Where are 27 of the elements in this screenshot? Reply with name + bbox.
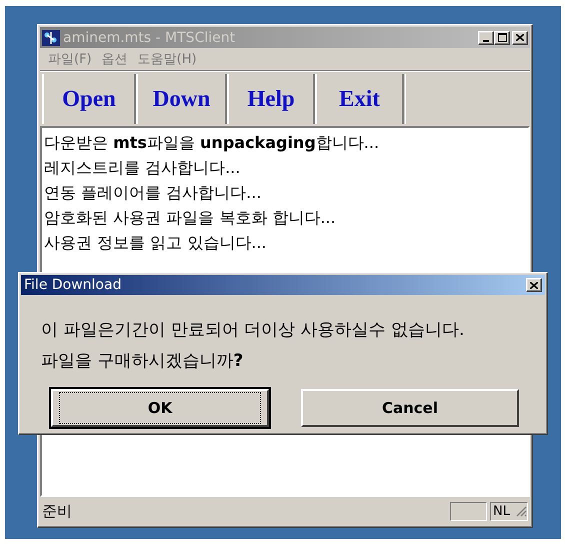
maximize-button[interactable] xyxy=(494,30,510,44)
dialog-button[interactable]: OK xyxy=(51,389,269,427)
close-button[interactable] xyxy=(512,30,528,44)
dialog-message: 파일을 구매하시겠습니까? xyxy=(41,350,244,373)
toolbar-button[interactable]: Help xyxy=(227,74,315,124)
maximize-icon xyxy=(498,33,506,42)
minimize-icon xyxy=(483,40,489,42)
status-text: 준비 xyxy=(42,502,73,520)
toolbar-button[interactable]: Exit xyxy=(315,74,404,124)
toolbar-button[interactable]: Open xyxy=(42,74,136,124)
close-button[interactable] xyxy=(526,278,542,292)
log-line: 다운받은 mts파일을 unpackaging합니다... xyxy=(44,132,380,154)
close-icon xyxy=(530,282,538,288)
app-icon xyxy=(42,30,60,46)
close-icon xyxy=(516,34,524,41)
log-line: 연동 플레이어를 검사합니다... xyxy=(44,182,262,204)
window-title: aminem.mts - MTSClient xyxy=(63,30,236,46)
dialog-button[interactable]: Cancel xyxy=(301,389,519,427)
minimize-button[interactable] xyxy=(478,30,494,44)
status-indicator: NL xyxy=(493,504,510,518)
toolbar-button[interactable]: Down xyxy=(136,74,227,124)
log-line: 사용권 정보를 읽고 있습니다... xyxy=(44,232,267,254)
dialog-title: File Download xyxy=(24,277,122,293)
dialog-message: 이 파일은기간이 만료되어 더이상 사용하실수 없습니다. xyxy=(41,319,466,342)
log-line: 레지스트리를 검사합니다... xyxy=(44,157,240,179)
log-line: 암호화된 사용권 파일을 복호화 합니다... xyxy=(44,207,336,229)
status-panel xyxy=(450,502,487,520)
